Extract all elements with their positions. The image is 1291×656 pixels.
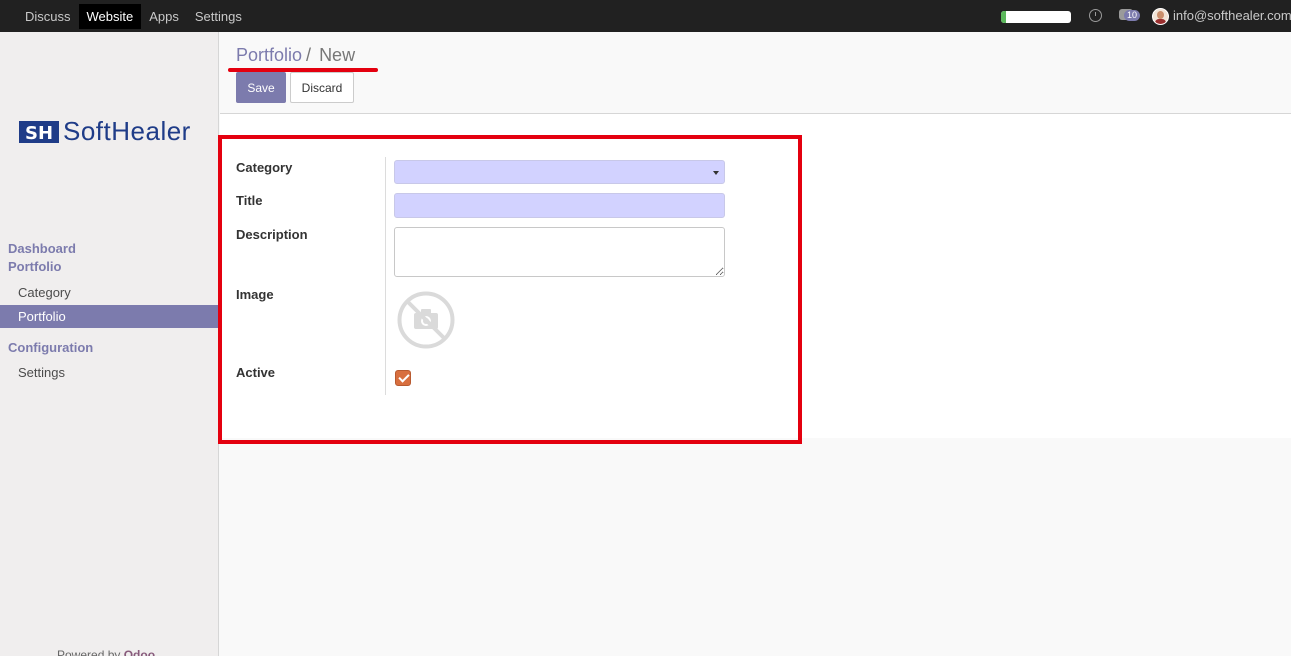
active-checkbox[interactable] [395, 370, 411, 386]
image-label: Image [236, 287, 274, 302]
breadcrumb-parent[interactable]: Portfolio [236, 45, 302, 66]
camera-off-icon [397, 291, 455, 349]
category-label: Category [236, 160, 293, 175]
powered-by: Powered by Odoo [57, 648, 155, 656]
top-navbar: Discuss Website Apps Settings 10 info@so… [0, 0, 1291, 32]
title-input[interactable] [394, 193, 725, 218]
save-button[interactable]: Save [236, 72, 286, 103]
clock-icon[interactable] [1089, 9, 1102, 22]
powered-by-brand[interactable]: Odoo [124, 648, 155, 656]
breadcrumb: Portfolio / New [236, 45, 355, 66]
sidebar-group-dashboard[interactable]: Dashboard [8, 241, 76, 256]
breadcrumb-current: New [319, 45, 356, 65]
description-label: Description [236, 227, 308, 242]
image-upload[interactable] [397, 291, 455, 349]
menu-item-settings[interactable]: Settings [187, 4, 250, 29]
menu-item-apps[interactable]: Apps [141, 4, 187, 29]
category-select[interactable] [394, 160, 725, 184]
sidebar-group-configuration[interactable]: Configuration [8, 340, 93, 355]
logo-word: SoftHealer [63, 116, 191, 146]
app-menu: Discuss Website Apps Settings [17, 4, 250, 29]
sh-logo-icon: SH [19, 120, 59, 144]
logo-mark: SH [19, 119, 61, 145]
avatar[interactable] [1152, 8, 1169, 25]
progress-bar[interactable] [1001, 11, 1071, 23]
sidebar-item-category[interactable]: Category [0, 281, 218, 304]
chat-badge[interactable]: 10 [1124, 10, 1141, 21]
sidebar-group-portfolio[interactable]: Portfolio [8, 259, 61, 274]
form-divider [385, 157, 386, 395]
title-label: Title [236, 193, 263, 208]
form-sheet [220, 114, 1291, 438]
softhealer-logo: SH SoftHealer [19, 116, 191, 147]
caret-down-icon[interactable] [713, 171, 719, 175]
sidebar: SH SoftHealer Dashboard Portfolio Catego… [0, 32, 219, 656]
breadcrumb-separator: / [306, 45, 312, 65]
progress-fill [1001, 11, 1006, 23]
menu-item-website[interactable]: Website [78, 4, 142, 29]
menu-item-discuss[interactable]: Discuss [17, 4, 79, 29]
powered-by-prefix: Powered by [57, 648, 121, 656]
sidebar-item-settings[interactable]: Settings [0, 361, 218, 384]
sidebar-item-portfolio[interactable]: Portfolio [0, 305, 218, 328]
description-textarea[interactable] [394, 227, 725, 277]
svg-text:SH: SH [25, 123, 53, 144]
user-email[interactable]: info@softhealer.com [1173, 0, 1291, 32]
control-panel: Portfolio / New [220, 32, 1291, 114]
active-label: Active [236, 365, 276, 380]
discard-button[interactable]: Discard [290, 72, 354, 103]
